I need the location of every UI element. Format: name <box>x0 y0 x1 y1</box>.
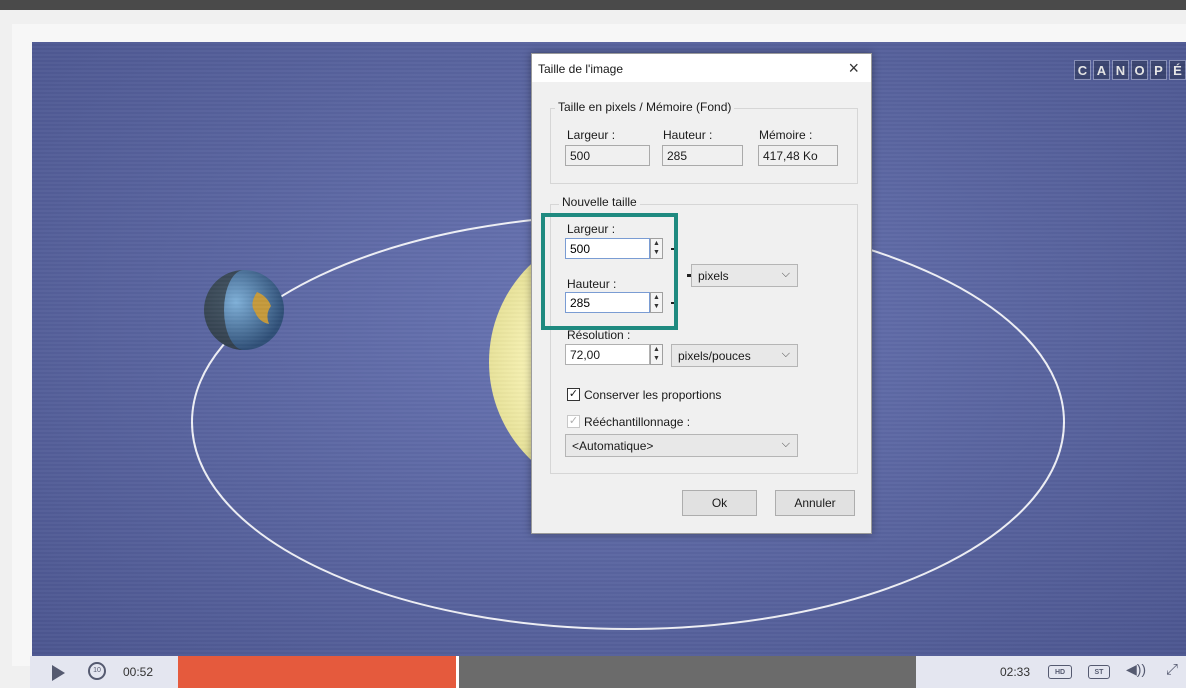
close-icon[interactable]: × <box>848 58 859 79</box>
progress-remaining[interactable] <box>459 656 916 688</box>
dialog-title: Taille de l'image <box>538 62 624 76</box>
ok-button[interactable]: Ok <box>682 490 757 516</box>
hd-button[interactable]: HD <box>1048 665 1072 679</box>
progress-played[interactable] <box>178 656 456 688</box>
current-height-label: Hauteur : <box>663 128 713 142</box>
logo-letter: É <box>1169 60 1186 80</box>
resolution-unit-value: pixels/pouces <box>678 349 751 363</box>
subtitles-button[interactable]: ST <box>1088 665 1110 679</box>
keep-ratio-label: Conserver les proportions <box>584 388 722 402</box>
player-controls: 10 00:52 02:33 HD ST ◀)) ⤢ <box>30 656 1186 688</box>
new-height-label: Hauteur : <box>567 277 617 291</box>
resolution-input[interactable]: 72,00 <box>565 344 650 365</box>
resolution-spinner[interactable]: ▲ ▼ <box>650 344 663 365</box>
logo-letter: O <box>1131 60 1148 80</box>
current-width-field: 500 <box>565 145 650 166</box>
resample-value: <Automatique> <box>572 439 654 453</box>
size-unit-value: pixels <box>698 269 729 283</box>
resolution-unit-select[interactable]: pixels/pouces ⌵ <box>671 344 798 367</box>
keep-ratio-checkbox[interactable]: ✓ <box>567 388 580 401</box>
current-height-field: 285 <box>662 145 743 166</box>
new-height-spinner[interactable]: ▲ ▼ <box>650 292 663 313</box>
logo-letter: A <box>1093 60 1110 80</box>
fullscreen-icon[interactable]: ⤢ <box>1166 661 1178 678</box>
replay-10-icon[interactable]: 10 <box>88 662 106 680</box>
proportion-link-bottom <box>671 302 678 304</box>
new-size-group-label: Nouvelle taille <box>559 195 640 209</box>
resample-checkbox[interactable]: ✓ <box>567 415 580 428</box>
new-width-spinner[interactable]: ▲ ▼ <box>650 238 663 259</box>
chevron-down-icon: ⌵ <box>781 348 790 360</box>
volume-icon[interactable]: ◀)) <box>1126 661 1146 678</box>
logo-letter: N <box>1112 60 1129 80</box>
play-icon[interactable] <box>52 665 65 681</box>
new-height-input[interactable] <box>565 292 650 313</box>
memory-label: Mémoire : <box>759 128 813 142</box>
resample-select[interactable]: <Automatique> ⌵ <box>565 434 798 457</box>
image-size-dialog: Taille de l'image × Taille en pixels / M… <box>531 53 872 534</box>
chevron-down-icon: ⌵ <box>781 438 790 450</box>
new-width-input[interactable] <box>565 238 650 259</box>
resample-label: Rééchantillonnage : <box>584 415 691 429</box>
resolution-label: Résolution : <box>567 328 631 342</box>
new-width-label: Largeur : <box>567 222 616 236</box>
current-time: 00:52 <box>123 665 154 679</box>
cancel-button[interactable]: Annuler <box>775 490 855 516</box>
canope-logo: C A N O P É <box>1074 60 1186 80</box>
duration: 02:33 <box>1000 665 1031 679</box>
size-unit-select[interactable]: pixels ⌵ <box>691 264 798 287</box>
proportion-link-top <box>671 248 678 250</box>
memory-field: 417,48 Ko <box>758 145 838 166</box>
chevron-down-icon: ⌵ <box>781 268 790 280</box>
current-size-group-label: Taille en pixels / Mémoire (Fond) <box>555 100 735 114</box>
current-width-label: Largeur : <box>567 128 616 142</box>
logo-letter: C <box>1074 60 1091 80</box>
dialog-titlebar[interactable]: Taille de l'image × <box>532 54 871 82</box>
logo-letter: P <box>1150 60 1167 80</box>
